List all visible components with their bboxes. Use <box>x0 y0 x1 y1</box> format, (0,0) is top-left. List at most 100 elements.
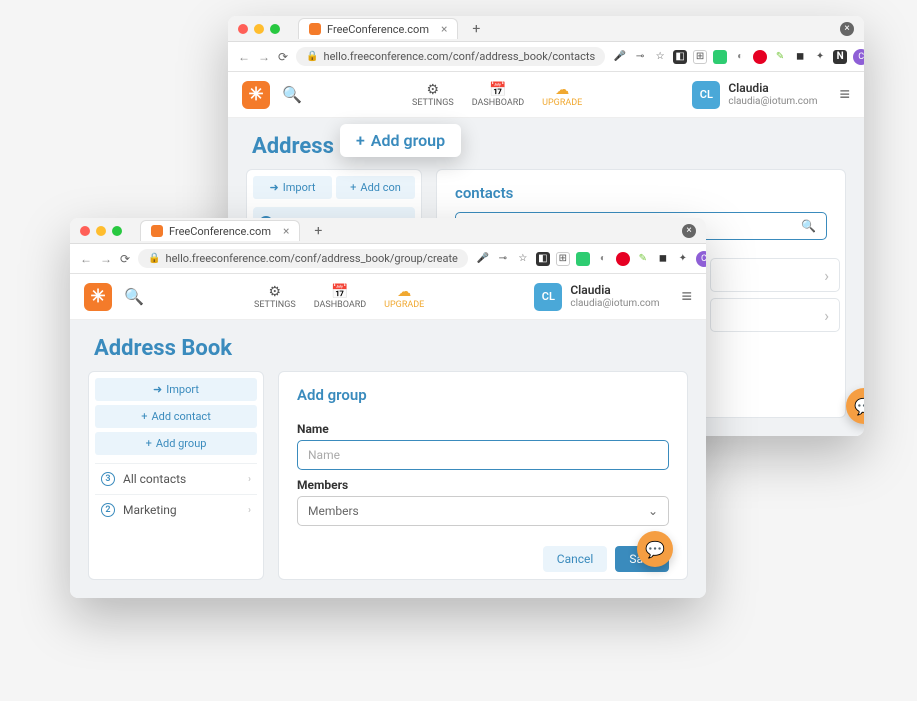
address-bar: ← → ⟳ 🔒 hello.freeconference.com/conf/ad… <box>228 42 864 72</box>
star-icon[interactable]: ☆ <box>516 252 530 266</box>
user-avatar: CL <box>692 81 720 109</box>
minimize-window-button[interactable] <box>254 24 264 34</box>
extension-icon[interactable]: ◐ <box>733 50 747 64</box>
import-button[interactable]: ➜Import <box>253 176 332 199</box>
browser-tab[interactable]: FreeConference.com × <box>298 18 458 39</box>
add-contact-button[interactable]: +Add contact <box>95 405 257 428</box>
nav-settings[interactable]: ⚙SETTINGS <box>412 82 454 108</box>
contact-row-peek[interactable]: › <box>710 258 840 292</box>
search-icon[interactable]: 🔍 <box>124 287 144 306</box>
add-contact-button[interactable]: +Add con <box>336 176 415 199</box>
key-icon[interactable]: ⊸ <box>633 50 647 64</box>
extension-icon[interactable]: ⊞ <box>693 50 707 64</box>
nav-dashboard[interactable]: 📅DASHBOARD <box>314 284 366 310</box>
cloud-upload-icon: ☁ <box>555 82 569 98</box>
reload-icon[interactable]: ⟳ <box>278 50 288 64</box>
sidebar: ➜Import +Add contact +Add group 3 All co… <box>88 371 264 580</box>
extension-icon[interactable]: ✎ <box>636 252 650 266</box>
window-dismiss-icon[interactable]: × <box>682 224 696 238</box>
chat-fab[interactable]: 💬 <box>637 531 673 567</box>
sidebar-item-marketing[interactable]: 2 Marketing › <box>95 494 257 525</box>
profile-avatar-icon[interactable]: C <box>853 49 864 65</box>
hamburger-menu-icon[interactable]: ≡ <box>839 84 850 105</box>
close-window-button[interactable] <box>80 226 90 236</box>
forward-arrow-icon[interactable]: → <box>100 252 112 266</box>
plus-icon: + <box>350 181 356 194</box>
minimize-window-button[interactable] <box>96 226 106 236</box>
header-nav: ⚙SETTINGS 📅DASHBOARD ☁UPGRADE <box>412 82 582 108</box>
key-icon[interactable]: ⊸ <box>496 252 510 266</box>
new-tab-button[interactable]: + <box>472 21 480 37</box>
titlebar: FreeConference.com × + × <box>228 16 864 42</box>
cancel-button[interactable]: Cancel <box>543 546 608 572</box>
back-arrow-icon[interactable]: ← <box>238 50 250 64</box>
profile-avatar-icon[interactable]: C <box>696 251 706 267</box>
extension-icon[interactable]: ⊞ <box>556 252 570 266</box>
hamburger-menu-icon[interactable]: ≡ <box>681 286 692 307</box>
extension-icon[interactable]: ◼ <box>793 50 807 64</box>
url-field[interactable]: 🔒 hello.freeconference.com/conf/address_… <box>296 47 605 66</box>
search-icon: 🔍 <box>801 219 816 233</box>
extension-icon[interactable]: ◧ <box>673 50 687 64</box>
notion-icon[interactable]: N <box>833 50 847 64</box>
window-dismiss-icon[interactable]: × <box>840 22 854 36</box>
import-button[interactable]: ➜Import <box>95 378 257 401</box>
forward-arrow-icon[interactable]: → <box>258 50 270 64</box>
members-label: Members <box>297 478 669 492</box>
url-text: hello.freeconference.com/conf/address_bo… <box>324 50 596 63</box>
maximize-window-button[interactable] <box>270 24 280 34</box>
app-logo-icon[interactable]: ✳ <box>242 81 270 109</box>
plus-icon: + <box>146 437 152 450</box>
app-logo-icon[interactable]: ✳ <box>84 283 112 311</box>
user-chip[interactable]: CL Claudia claudia@iotum.com <box>534 283 659 311</box>
members-select[interactable]: Members ⌄ <box>297 496 669 526</box>
extension-icon[interactable] <box>576 252 590 266</box>
extension-icon[interactable]: ◐ <box>596 252 610 266</box>
user-chip[interactable]: CL Claudia claudia@iotum.com <box>692 81 817 109</box>
mic-icon[interactable]: 🎤 <box>476 252 490 266</box>
login-icon: ➜ <box>153 383 162 396</box>
url-field[interactable]: 🔒 hello.freeconference.com/conf/address_… <box>138 249 468 268</box>
chat-icon: 💬 <box>854 397 864 416</box>
maximize-window-button[interactable] <box>112 226 122 236</box>
extension-icon[interactable]: ✎ <box>773 50 787 64</box>
nav-dashboard[interactable]: 📅DASHBOARD <box>472 82 524 108</box>
calendar-icon: 📅 <box>489 82 506 98</box>
reload-icon[interactable]: ⟳ <box>120 252 130 266</box>
count-badge: 3 <box>101 472 115 486</box>
login-icon: ➜ <box>270 181 279 194</box>
chevron-down-icon: ⌄ <box>648 504 658 518</box>
nav-upgrade[interactable]: ☁UPGRADE <box>542 82 582 108</box>
gear-icon: ⚙ <box>269 284 282 300</box>
app-header: ✳ 🔍 ⚙SETTINGS 📅DASHBOARD ☁UPGRADE CL Cla… <box>70 274 706 320</box>
close-tab-icon[interactable]: × <box>283 224 289 238</box>
close-tab-icon[interactable]: × <box>441 22 447 36</box>
chevron-right-icon: › <box>248 474 251 485</box>
nav-settings[interactable]: ⚙SETTINGS <box>254 284 296 310</box>
pinterest-icon[interactable] <box>616 252 630 266</box>
pinterest-icon[interactable] <box>753 50 767 64</box>
mic-icon[interactable]: 🎤 <box>613 50 627 64</box>
name-input[interactable] <box>297 440 669 470</box>
browser-window-front: FreeConference.com × + × ← → ⟳ 🔒 hello.f… <box>70 218 706 598</box>
contact-row-peek[interactable]: › <box>710 298 840 332</box>
puzzle-icon[interactable]: ✦ <box>676 252 690 266</box>
add-group-button[interactable]: +Add group <box>95 432 257 455</box>
sidebar-item-label: Marketing <box>123 503 177 517</box>
nav-upgrade[interactable]: ☁UPGRADE <box>384 284 424 310</box>
browser-tab[interactable]: FreeConference.com × <box>140 220 300 241</box>
star-icon[interactable]: ☆ <box>653 50 667 64</box>
cloud-upload-icon: ☁ <box>397 284 411 300</box>
puzzle-icon[interactable]: ✦ <box>813 50 827 64</box>
back-arrow-icon[interactable]: ← <box>80 252 92 266</box>
sidebar-item-all-contacts[interactable]: 3 All contacts › <box>95 463 257 494</box>
search-icon[interactable]: 🔍 <box>282 85 302 104</box>
extension-icon[interactable]: ◧ <box>536 252 550 266</box>
app-body: Address Book ➜Import +Add contact +Add g… <box>70 320 706 598</box>
close-window-button[interactable] <box>238 24 248 34</box>
calendar-icon: 📅 <box>331 284 348 300</box>
address-bar: ← → ⟳ 🔒 hello.freeconference.com/conf/ad… <box>70 244 706 274</box>
new-tab-button[interactable]: + <box>314 223 322 239</box>
extension-icon[interactable] <box>713 50 727 64</box>
extension-icon[interactable]: ◼ <box>656 252 670 266</box>
